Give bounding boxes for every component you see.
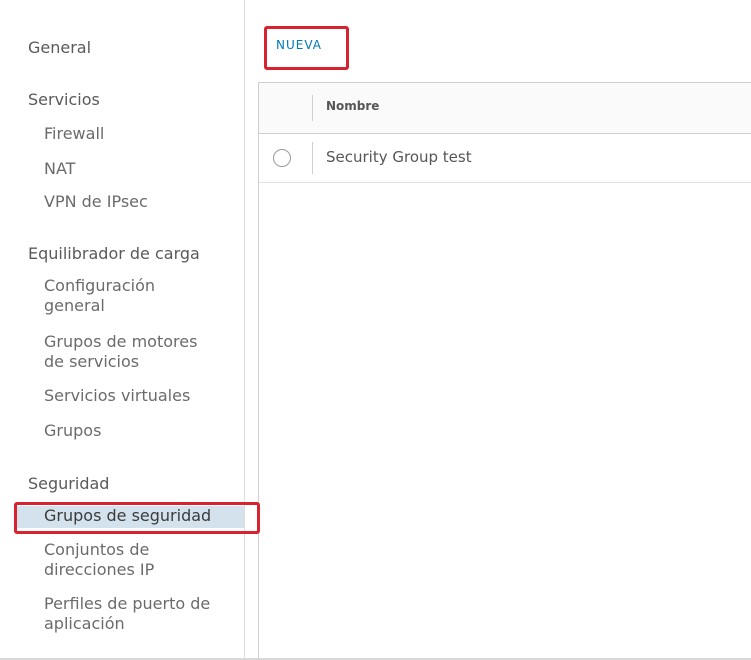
security-groups-grid: Nombre Security Group test	[258, 82, 751, 660]
column-separator	[312, 95, 313, 121]
row-select-radio[interactable]	[273, 149, 291, 167]
sidebar-nav: General Servicios Firewall NAT VPN de IP…	[0, 0, 245, 660]
column-header-name[interactable]: Nombre	[326, 99, 379, 113]
sidebar-item-pools[interactable]: Grupos	[44, 421, 240, 441]
sidebar-item-virtual-services[interactable]: Servicios virtuales	[44, 386, 240, 406]
sidebar-item-general-config[interactable]: Configuración general	[44, 276, 240, 316]
table-row[interactable]: Security Group test	[259, 134, 751, 183]
cell-name: Security Group test	[326, 148, 472, 166]
nav-section-security: Seguridad	[28, 474, 110, 493]
sidebar-item-nat[interactable]: NAT	[44, 159, 240, 179]
nav-general[interactable]: General	[28, 38, 91, 58]
new-button[interactable]: NUEVA	[276, 38, 322, 52]
sidebar-item-service-engine-groups[interactable]: Grupos de motores de servicios	[44, 332, 240, 372]
sidebar-item-firewall[interactable]: Firewall	[44, 124, 240, 144]
sidebar-item-security-groups[interactable]: Grupos de seguridad	[14, 506, 244, 528]
sidebar-item-app-port-profiles[interactable]: Perfiles de puerto de aplicación	[44, 594, 240, 634]
sidebar-item-vpn-ipsec[interactable]: VPN de IPsec	[44, 192, 240, 212]
nav-section-services: Servicios	[28, 90, 100, 109]
sidebar-item-ip-sets[interactable]: Conjuntos de direcciones IP	[44, 540, 240, 580]
column-separator	[312, 142, 313, 174]
main-content: NUEVA Nombre Security Group test	[245, 0, 751, 660]
grid-header: Nombre	[259, 83, 751, 134]
nav-section-load-balancer: Equilibrador de carga	[28, 244, 200, 263]
